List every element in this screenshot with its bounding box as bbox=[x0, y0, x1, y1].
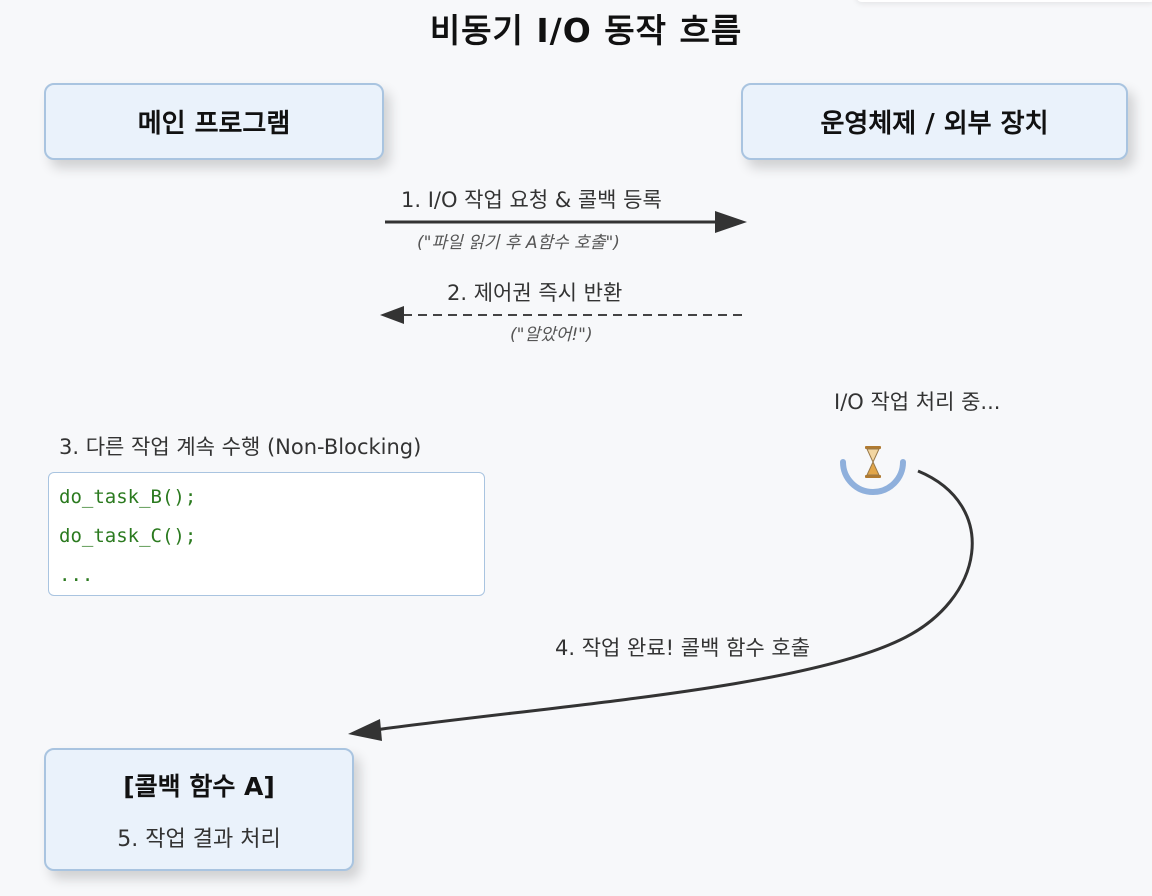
hourglass-icon bbox=[839, 440, 907, 500]
os-processing-label: I/O 작업 처리 중... bbox=[834, 390, 1001, 414]
step1-note: ("파일 읽기 후 A함수 호출") bbox=[417, 233, 620, 253]
callback-arrow-head bbox=[348, 719, 382, 741]
request-arrow-head bbox=[715, 211, 747, 233]
code-block: do_task_B(); do_task_C(); ... bbox=[48, 472, 485, 596]
diagram-canvas: 비동기 I/O 동작 흐름 메인 프로그램 운영체제 / 외부 장치 1. I/… bbox=[0, 0, 1152, 896]
step3-label: 3. 다른 작업 계속 수행 (Non-Blocking) bbox=[59, 435, 422, 459]
callback-function-box: [콜백 함수 A] 5. 작업 결과 처리 bbox=[44, 748, 354, 871]
callback-step-label: 5. 작업 결과 처리 bbox=[117, 826, 281, 852]
callback-title: [콜백 함수 A] bbox=[123, 771, 275, 801]
step4-label: 4. 작업 완료! 콜백 함수 호출 bbox=[555, 636, 811, 660]
step2-label: 2. 제어권 즉시 반환 bbox=[447, 281, 623, 305]
step2-note: ("알았어!") bbox=[510, 325, 593, 345]
code-line: do_task_C(); bbox=[59, 525, 197, 547]
code-line: ... bbox=[59, 564, 94, 586]
step1-label: 1. I/O 작업 요청 & 콜백 등록 bbox=[401, 188, 662, 212]
return-arrow-head bbox=[380, 306, 404, 324]
code-line: do_task_B(); bbox=[59, 486, 197, 508]
